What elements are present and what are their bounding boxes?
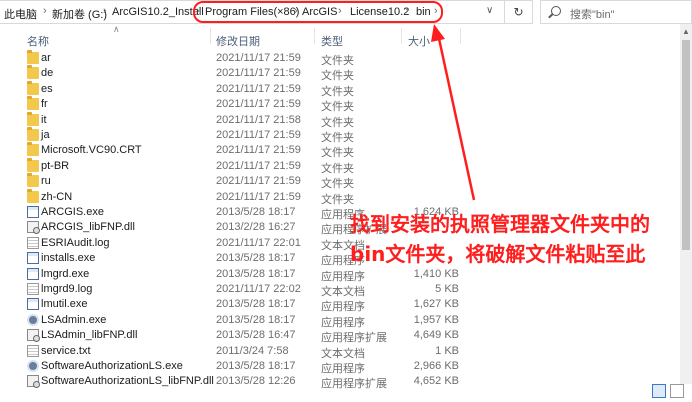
annotation-arrow-head xyxy=(431,24,445,42)
annotation-arrow xyxy=(431,24,476,201)
large-icons-view-icon[interactable] xyxy=(670,384,684,398)
view-toggle xyxy=(652,384,688,398)
annotation-arrow-line xyxy=(436,33,476,201)
details-view-icon[interactable] xyxy=(652,384,666,398)
